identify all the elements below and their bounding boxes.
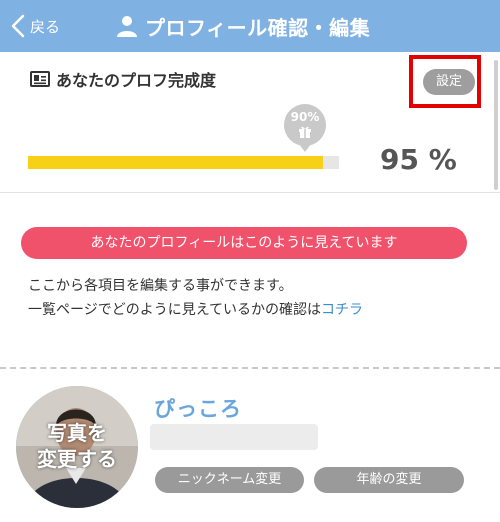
profile-photo[interactable]: 写真を 変更する — [16, 386, 138, 508]
milestone-bubble-tail — [299, 144, 311, 152]
section-divider — [0, 192, 500, 193]
edit-description-line2: 一覧ページでどのように見えているかの確認はコチラ — [28, 298, 363, 322]
milestone-bubble: 90% — [284, 104, 326, 146]
app-header: 戻る プロフィール確認・編集 — [0, 0, 500, 52]
page-title-text: プロフィール確認・編集 — [145, 15, 371, 40]
blurred-text — [150, 424, 318, 450]
completion-progress-fill — [28, 156, 324, 169]
profile-card-icon — [30, 71, 50, 87]
edit-description-line1: ここから各項目を編集する事ができます。 — [28, 278, 293, 294]
chevron-left-icon — [11, 14, 25, 38]
change-photo-label-line2: 変更する — [37, 447, 117, 471]
dashed-divider — [0, 367, 500, 369]
edit-description-prefix: 一覧ページでどのように見えているかの確認は — [28, 302, 322, 318]
settings-button[interactable]: 設定 — [423, 69, 475, 95]
scrollbar[interactable] — [494, 60, 498, 190]
view-list-link[interactable]: コチラ — [321, 302, 363, 318]
completion-percent: 95 % — [380, 143, 457, 176]
back-label: 戻る — [30, 17, 61, 36]
settings-highlight: 設定 — [409, 55, 481, 108]
gift-icon — [299, 126, 311, 138]
completion-progress-bar — [28, 156, 339, 169]
user-icon — [117, 16, 137, 37]
page-title: プロフィール確認・編集 — [115, 11, 370, 41]
completion-heading-text: あなたのプロフ完成度 — [56, 71, 217, 90]
change-age-button[interactable]: 年齢の変更 — [314, 467, 464, 493]
nickname: ぴっころ — [154, 397, 242, 421]
back-button[interactable]: 戻る — [10, 12, 60, 40]
change-photo-label-line1: 写真を — [47, 421, 107, 445]
change-nickname-button[interactable]: ニックネーム変更 — [155, 467, 304, 493]
completion-heading: あなたのプロフ完成度 — [30, 67, 216, 91]
milestone-percent: 90% — [290, 110, 320, 124]
edit-description: ここから各項目を編集する事ができます。 一覧ページでどのように見えているかの確認… — [28, 274, 363, 322]
change-photo-label: 写真を 変更する — [16, 420, 138, 472]
profile-preview-banner: あなたのプロフィールはこのように見えています — [21, 227, 467, 259]
